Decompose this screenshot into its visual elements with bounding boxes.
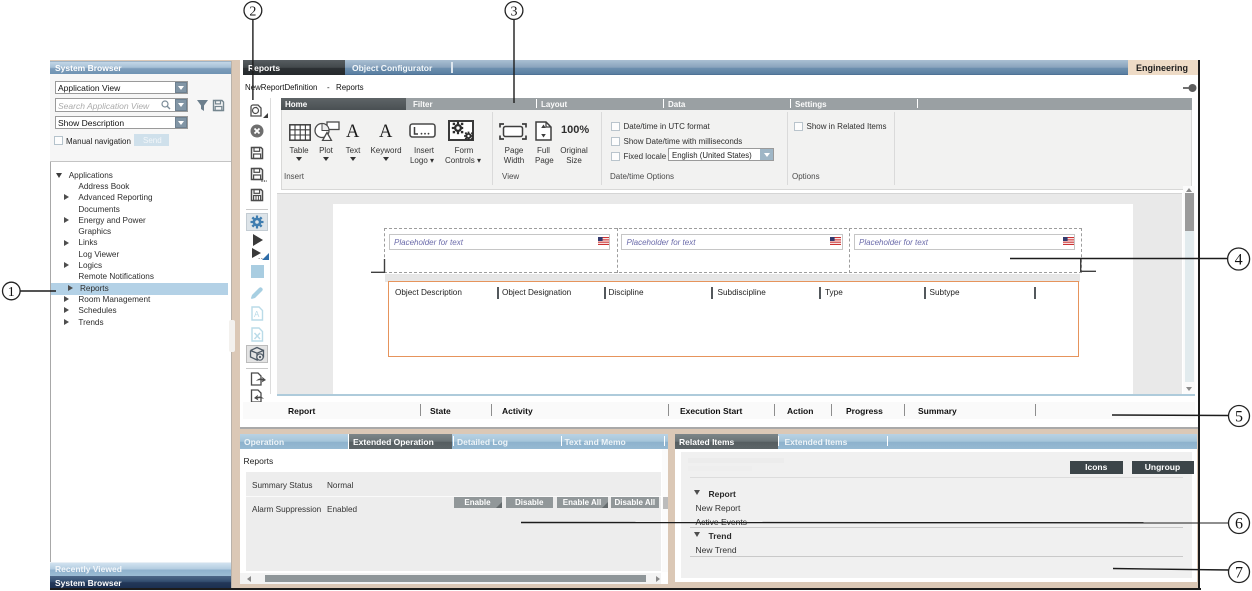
svg-text:2: 2 <box>249 5 256 20</box>
svg-text:6: 6 <box>1235 516 1243 533</box>
svg-text:5: 5 <box>1235 409 1243 426</box>
svg-text:7: 7 <box>1235 565 1243 582</box>
svg-text:1: 1 <box>8 285 15 300</box>
svg-text:3: 3 <box>511 5 518 20</box>
svg-text:4: 4 <box>1235 252 1243 269</box>
